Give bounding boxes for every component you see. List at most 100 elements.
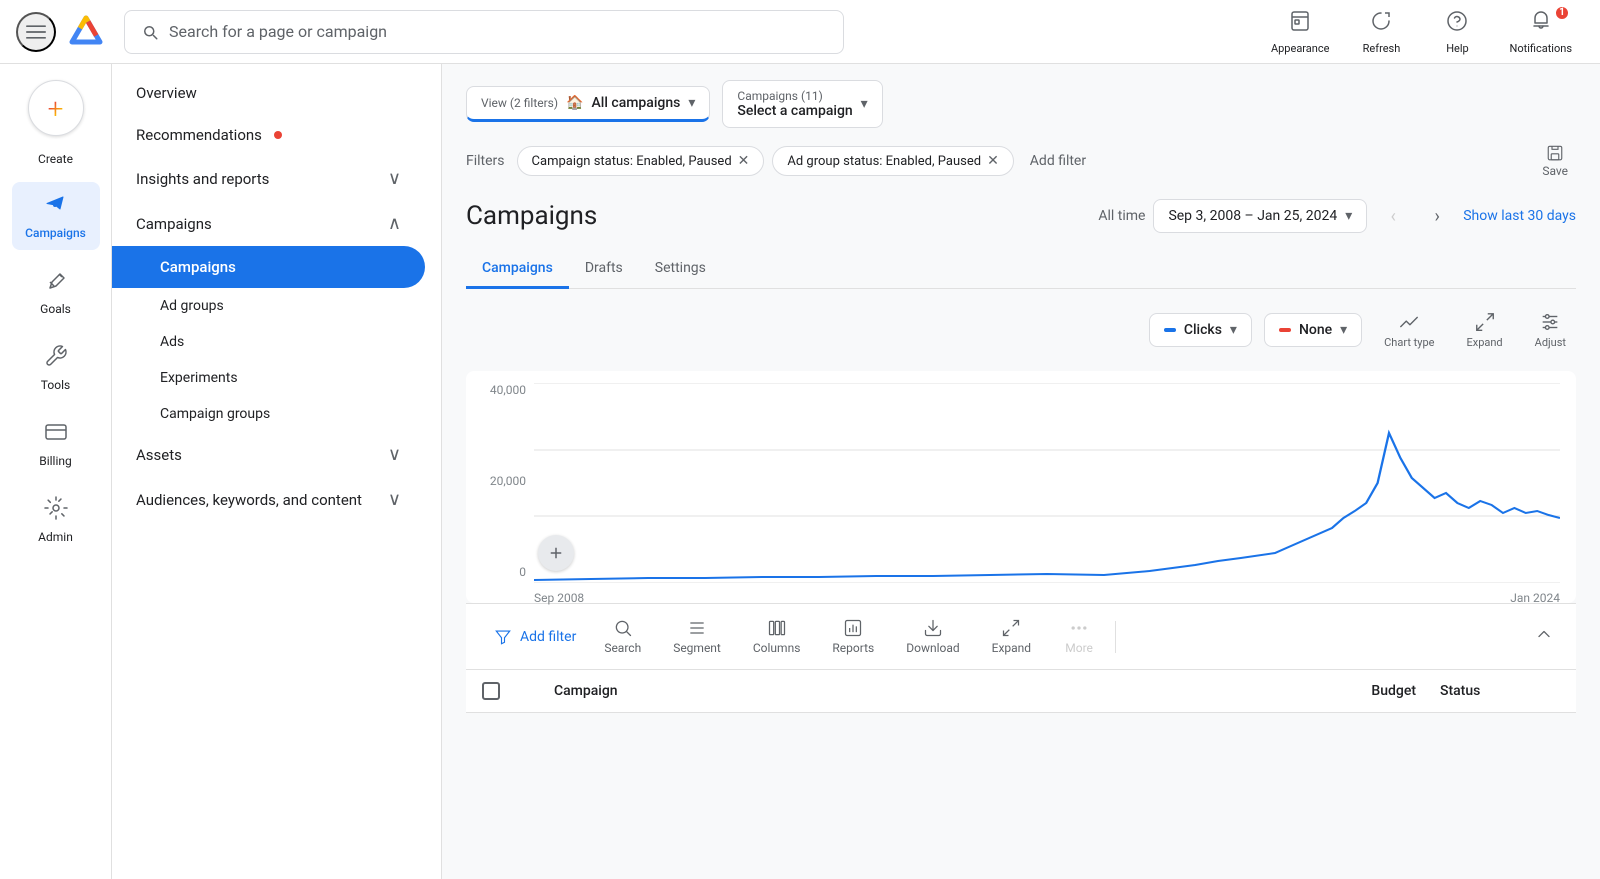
chart-adjust-button[interactable]: Adjust bbox=[1525, 305, 1576, 355]
x-label-end: Jan 2024 bbox=[1510, 591, 1560, 605]
help-button[interactable]: Help bbox=[1421, 3, 1493, 61]
toolbar-reports-label: Reports bbox=[832, 641, 874, 655]
menu-hamburger-button[interactable] bbox=[16, 12, 56, 52]
toolbar-segment-label: Segment bbox=[673, 641, 721, 655]
view-filter-value: All campaigns bbox=[591, 95, 680, 111]
search-input-placeholder: Search for a page or campaign bbox=[169, 22, 387, 41]
toolbar-search-button[interactable]: Search bbox=[588, 612, 657, 661]
toolbar-reports-button[interactable]: Reports bbox=[816, 612, 890, 661]
reports-icon bbox=[843, 618, 863, 638]
house-icon: 🏠 bbox=[566, 95, 583, 111]
nav-item-assets[interactable]: Assets ∨ bbox=[112, 432, 425, 477]
nav-item-overview[interactable]: Overview bbox=[112, 72, 425, 114]
campaigns-icon-label: Campaigns bbox=[25, 226, 86, 240]
save-button[interactable]: Save bbox=[1534, 140, 1576, 182]
chart-controls: Clicks ▾ None ▾ Chart type Expand Adjust bbox=[466, 305, 1576, 355]
show-30-days-button[interactable]: Show last 30 days bbox=[1463, 208, 1576, 224]
sidebar-item-tools[interactable]: Tools bbox=[12, 334, 100, 402]
x-label-start: Sep 2008 bbox=[534, 591, 584, 605]
filter-chip-campaign-status[interactable]: Campaign status: Enabled, Paused ✕ bbox=[517, 146, 765, 176]
filters-row: Filters Campaign status: Enabled, Paused… bbox=[466, 140, 1576, 182]
metric2-dropdown[interactable]: None ▾ bbox=[1264, 313, 1362, 347]
admin-icon-label: Admin bbox=[38, 530, 73, 544]
nav-sub-item-ads[interactable]: Ads bbox=[112, 324, 441, 360]
insights-chevron-icon: ∨ bbox=[388, 168, 401, 189]
toolbar-divider bbox=[1115, 621, 1116, 653]
billing-icon-label: Billing bbox=[39, 454, 72, 468]
toolbar-download-button[interactable]: Download bbox=[890, 612, 975, 661]
admin-icon bbox=[44, 496, 68, 526]
table-header: Campaign Budget Status bbox=[466, 670, 1576, 713]
add-filter-button[interactable]: Add filter bbox=[1022, 147, 1094, 175]
date-next-button[interactable]: › bbox=[1419, 198, 1455, 234]
notifications-button[interactable]: 1 Notifications bbox=[1497, 3, 1584, 61]
more-icon bbox=[1069, 618, 1089, 638]
search-bar[interactable]: Search for a page or campaign bbox=[124, 10, 844, 54]
toolbar-segment-button[interactable]: Segment bbox=[657, 612, 737, 661]
tab-drafts[interactable]: Drafts bbox=[569, 250, 639, 289]
nav-item-campaigns-group[interactable]: Campaigns ∧ bbox=[112, 201, 425, 246]
download-icon bbox=[923, 618, 943, 638]
toolbar-add-filter-label: Add filter bbox=[520, 629, 576, 645]
chart-expand-button[interactable]: Expand bbox=[1456, 305, 1512, 355]
tools-icon bbox=[44, 344, 68, 374]
campaigns-filter-dropdown[interactable]: Campaigns (11) Select a campaign ▾ bbox=[722, 80, 882, 128]
toolbar-filter-button[interactable]: Add filter bbox=[482, 620, 588, 654]
bottom-toolbar: Add filter Search Segment Columns Report… bbox=[466, 603, 1576, 670]
nav-sub-item-campaigns[interactable]: Campaigns bbox=[112, 246, 425, 288]
assets-chevron-icon: ∨ bbox=[388, 444, 401, 465]
chart-add-button[interactable] bbox=[538, 535, 574, 571]
metric1-color-indicator bbox=[1164, 328, 1176, 332]
tab-settings[interactable]: Settings bbox=[639, 250, 722, 289]
table-select-all-checkbox[interactable] bbox=[482, 682, 500, 700]
toolbar-columns-button[interactable]: Columns bbox=[737, 612, 817, 661]
billing-icon bbox=[44, 420, 68, 450]
create-button[interactable]: + bbox=[28, 80, 84, 136]
campaigns-filter-value: Select a campaign bbox=[737, 103, 852, 119]
tab-campaigns[interactable]: Campaigns bbox=[466, 250, 569, 289]
all-time-label: All time bbox=[1098, 208, 1145, 224]
create-label: Create bbox=[38, 152, 73, 166]
expand-chart-icon bbox=[1474, 311, 1496, 333]
adjust-label: Adjust bbox=[1535, 336, 1566, 349]
date-prev-button[interactable]: ‹ bbox=[1375, 198, 1411, 234]
goals-icon bbox=[44, 268, 68, 298]
metric1-label: Clicks bbox=[1184, 322, 1222, 338]
filter-chip-adgroup-close-icon[interactable]: ✕ bbox=[987, 153, 999, 169]
toolbar-collapse-button[interactable] bbox=[1528, 618, 1560, 655]
nav-sub-item-campaign-groups[interactable]: Campaign groups bbox=[112, 396, 441, 432]
filter-chip-ad-group-status[interactable]: Ad group status: Enabled, Paused ✕ bbox=[772, 146, 1013, 176]
chart-type-button[interactable]: Chart type bbox=[1374, 305, 1444, 355]
metric1-dropdown[interactable]: Clicks ▾ bbox=[1149, 313, 1252, 347]
sidebar-item-campaigns[interactable]: Campaigns bbox=[12, 182, 100, 250]
chart-type-icon bbox=[1398, 311, 1420, 333]
help-label: Help bbox=[1446, 42, 1469, 55]
sidebar-item-billing[interactable]: Billing bbox=[12, 410, 100, 478]
search-icon bbox=[613, 618, 633, 638]
filter-chip-campaign-close-icon[interactable]: ✕ bbox=[738, 153, 750, 169]
metric2-label: None bbox=[1299, 322, 1332, 338]
nav-sub-item-experiments[interactable]: Experiments bbox=[112, 360, 441, 396]
table-status-column-header: Status bbox=[1440, 683, 1560, 699]
refresh-label: Refresh bbox=[1363, 42, 1401, 55]
view-filter-dropdown[interactable]: View (2 filters) 🏠 All campaigns ▾ bbox=[466, 86, 710, 122]
top-header: Search for a page or campaign Appearance… bbox=[0, 0, 1600, 64]
nav-item-recommendations[interactable]: Recommendations bbox=[112, 114, 425, 156]
sidebar-item-admin[interactable]: Admin bbox=[12, 486, 100, 554]
collapse-icon bbox=[1534, 624, 1554, 644]
nav-campaigns-label: Campaigns bbox=[136, 215, 212, 233]
date-range-button[interactable]: Sep 3, 2008 – Jan 25, 2024 ▾ bbox=[1153, 199, 1367, 233]
sidebar-item-goals[interactable]: Goals bbox=[12, 258, 100, 326]
appearance-button[interactable]: Appearance bbox=[1259, 3, 1342, 61]
toolbar-expand-button[interactable]: Expand bbox=[976, 612, 1047, 661]
view-filter-label: View (2 filters) bbox=[481, 96, 558, 110]
expand-chart-label: Expand bbox=[1466, 336, 1502, 349]
refresh-button[interactable]: Refresh bbox=[1345, 3, 1417, 61]
nav-item-audiences[interactable]: Audiences, keywords, and content ∨ bbox=[112, 477, 425, 522]
view-filter-chevron-icon: ▾ bbox=[688, 95, 695, 111]
toolbar-more-button[interactable]: More bbox=[1047, 612, 1111, 661]
nav-sub-item-ad-groups[interactable]: Ad groups bbox=[112, 288, 441, 324]
filter-chip-campaign-text: Campaign status: Enabled, Paused bbox=[532, 154, 732, 169]
content-area: View (2 filters) 🏠 All campaigns ▾ Campa… bbox=[442, 64, 1600, 879]
nav-item-insights[interactable]: Insights and reports ∨ bbox=[112, 156, 425, 201]
